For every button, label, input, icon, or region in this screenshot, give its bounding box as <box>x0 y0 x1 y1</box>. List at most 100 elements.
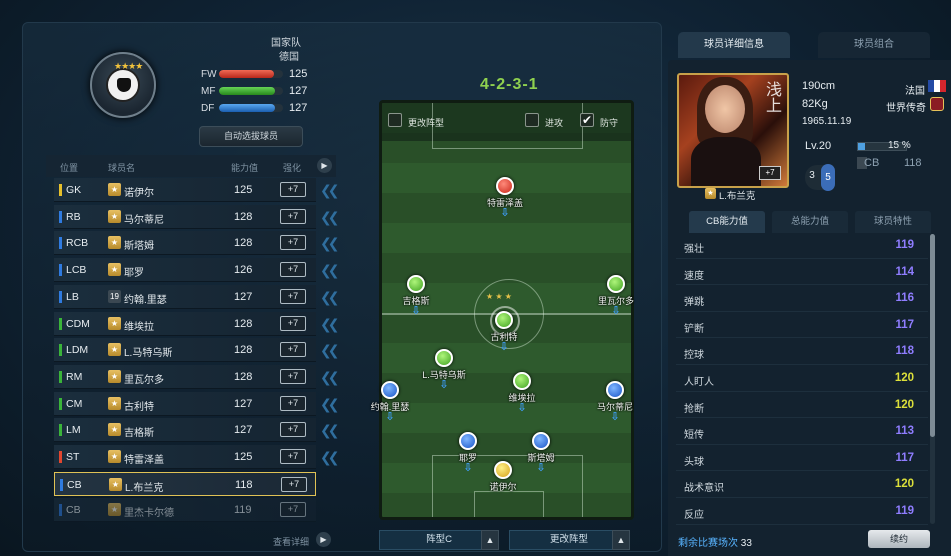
pitch-player[interactable]: 约翰.里瑟 ⇩ <box>355 381 425 423</box>
formation-label: 4-2-3-1 <box>480 76 539 93</box>
stat-value: 120 <box>894 398 914 411</box>
enhance-badge[interactable]: +7 <box>280 422 306 438</box>
enhance-badge[interactable]: +7 <box>280 315 306 331</box>
skill-pill-b: 5 <box>821 164 835 191</box>
player-row[interactable]: LM ★ 吉格斯 127 +7 <box>54 418 316 443</box>
change-formation-button[interactable]: 更改阵型 <box>509 530 629 550</box>
stat-fw: FW 125 <box>201 67 319 81</box>
player-row[interactable]: RCB ★ 斯塔姆 128 +7 <box>54 231 316 256</box>
pitch-player[interactable]: 诺伊尔 <box>468 461 538 493</box>
player-name: L.布兰克 <box>125 482 164 494</box>
defense-label: 防守 <box>600 118 619 128</box>
move-down-arrow-icon: ⇩ <box>499 341 509 353</box>
stat-value: 120 <box>894 372 914 384</box>
captain-stars-icon: ★ ★ ★ <box>486 292 512 301</box>
position-color-bar <box>59 184 62 196</box>
player-row[interactable]: CB ★ 里杰卡尔德 119 +7 <box>54 498 316 523</box>
player-position: LCB <box>66 264 87 277</box>
player-marker-icon <box>606 381 624 399</box>
defense-checkbox[interactable]: ✔ <box>580 113 594 127</box>
enhance-badge[interactable]: +7 <box>280 182 306 197</box>
tab-total-stats[interactable]: 总能力值 <box>772 211 848 233</box>
stat-value: 117 <box>895 451 914 464</box>
player-rating: 128 <box>234 237 253 250</box>
tab-cb-stats[interactable]: CB能力值 <box>689 211 765 233</box>
player-row[interactable]: GK ★ 诺伊尔 125 +7 <box>54 178 316 202</box>
enhance-badge[interactable]: +7 <box>280 342 306 358</box>
attack-checkbox[interactable] <box>525 113 539 127</box>
pitch-player[interactable]: 特雷泽盖 ⇩ <box>470 177 540 219</box>
player-row[interactable]: RM ★ 里瓦尔多 128 +7 <box>54 364 316 389</box>
enhance-badge[interactable]: +7 <box>280 288 306 304</box>
player-weight: 82Kg <box>802 98 828 110</box>
enhance-badge[interactable]: +7 <box>280 235 306 251</box>
enhance-badge[interactable]: +7 <box>280 502 306 518</box>
player-grade-icon: ★ <box>108 183 121 196</box>
player-name: 诺伊尔 <box>124 188 154 199</box>
stats-scrollbar[interactable] <box>930 234 935 524</box>
chevron-left-icon: ❮❮ <box>320 288 339 305</box>
player-row[interactable]: RB ★ 马尔蒂尼 128 +7 <box>54 204 316 229</box>
position-color-bar <box>59 210 62 223</box>
tab-player-detail[interactable]: 球员详细信息 <box>678 32 790 58</box>
view-detail-icon[interactable]: ▶ <box>316 532 331 547</box>
player-position: CB <box>67 478 82 491</box>
pitch-player[interactable]: 吉格斯 ⇩ <box>381 275 451 317</box>
stat-value: 117 <box>895 318 914 331</box>
player-row[interactable]: CB ★ L.布兰克 118 +7 <box>54 471 316 496</box>
player-name: 特雷泽盖 <box>124 455 164 466</box>
stat-row: 头球 117 <box>676 445 928 472</box>
formation-up-icon[interactable]: ▲ <box>481 530 499 550</box>
player-grade-icon: ★ <box>108 316 121 330</box>
player-star-icon: ★ <box>705 188 716 199</box>
move-down-arrow-icon: ⇩ <box>517 402 527 414</box>
enhance-badge[interactable]: +7 <box>280 368 306 384</box>
stat-value: 119 <box>895 505 914 517</box>
position-color-bar <box>59 370 62 383</box>
player-name: 斯塔姆 <box>124 241 154 253</box>
tab-player-combo[interactable]: 球员组合 <box>818 32 930 58</box>
enhance-badge[interactable]: +7 <box>280 208 306 224</box>
pitch-player[interactable]: 马尔蒂尼 ⇩ <box>580 381 650 423</box>
change-formation-up-icon[interactable]: ▲ <box>612 530 630 550</box>
player-grade-icon: ★ <box>108 369 121 383</box>
stat-name: 控球 <box>684 350 704 362</box>
goal-area <box>474 491 544 517</box>
tab-traits[interactable]: 球员特性 <box>855 211 931 233</box>
player-rating: 125 <box>234 451 253 463</box>
player-row[interactable]: LCB ★ 耶罗 126 +7 <box>54 258 316 283</box>
view-detail-link[interactable]: 查看详细 <box>273 535 309 548</box>
enhance-badge[interactable]: +7 <box>280 395 306 411</box>
player-position: LB <box>66 290 79 303</box>
pitch-player[interactable]: 古利特 ⇩ <box>469 311 539 353</box>
enhance-badge[interactable]: +7 <box>281 476 307 492</box>
pitch-player[interactable]: 里瓦尔多 ⇩ <box>581 275 651 317</box>
stat-row: 强壮 119 <box>676 232 928 259</box>
player-row[interactable]: LB 19 约翰.里瑟 127 +7 <box>54 284 316 309</box>
list-next-icon[interactable]: ▶ <box>317 158 332 173</box>
player-position: CM <box>66 397 83 410</box>
change-formation-checkbox[interactable] <box>388 113 402 127</box>
stat-name: 抢断 <box>684 403 704 415</box>
position-color-bar <box>59 264 62 277</box>
remaining-value: 33 <box>740 538 752 549</box>
pitch-player[interactable]: 维埃拉 ⇩ <box>487 372 557 414</box>
stat-name: 强壮 <box>684 244 704 255</box>
player-row[interactable]: LDM ★ L.马特乌斯 128 +7 <box>54 338 316 363</box>
player-grade-icon: 19 <box>108 289 121 303</box>
pitch-player-name: 诺伊尔 <box>489 482 517 492</box>
header-pos: 位置 <box>60 163 79 173</box>
stat-value: 113 <box>895 425 914 438</box>
enhance-badge[interactable]: +7 <box>280 449 306 464</box>
player-row[interactable]: CDM ★ 维埃拉 128 +7 <box>54 311 316 336</box>
player-row[interactable]: CM ★ 古利特 127 +7 <box>54 391 316 416</box>
stat-row: 抢断 120 <box>676 392 928 419</box>
auto-select-button[interactable]: 自动选拔球员 <box>199 126 303 147</box>
stat-row: 速度 114 <box>676 259 928 286</box>
move-down-arrow-icon: ⇩ <box>411 305 421 317</box>
renew-button[interactable]: 续约 <box>868 530 930 548</box>
enhance-badge[interactable]: +7 <box>280 262 306 278</box>
player-grade-icon: ★ <box>108 263 121 277</box>
eagle-icon <box>117 78 131 92</box>
player-row[interactable]: ST ★ 特雷泽盖 125 +7 <box>54 445 316 469</box>
